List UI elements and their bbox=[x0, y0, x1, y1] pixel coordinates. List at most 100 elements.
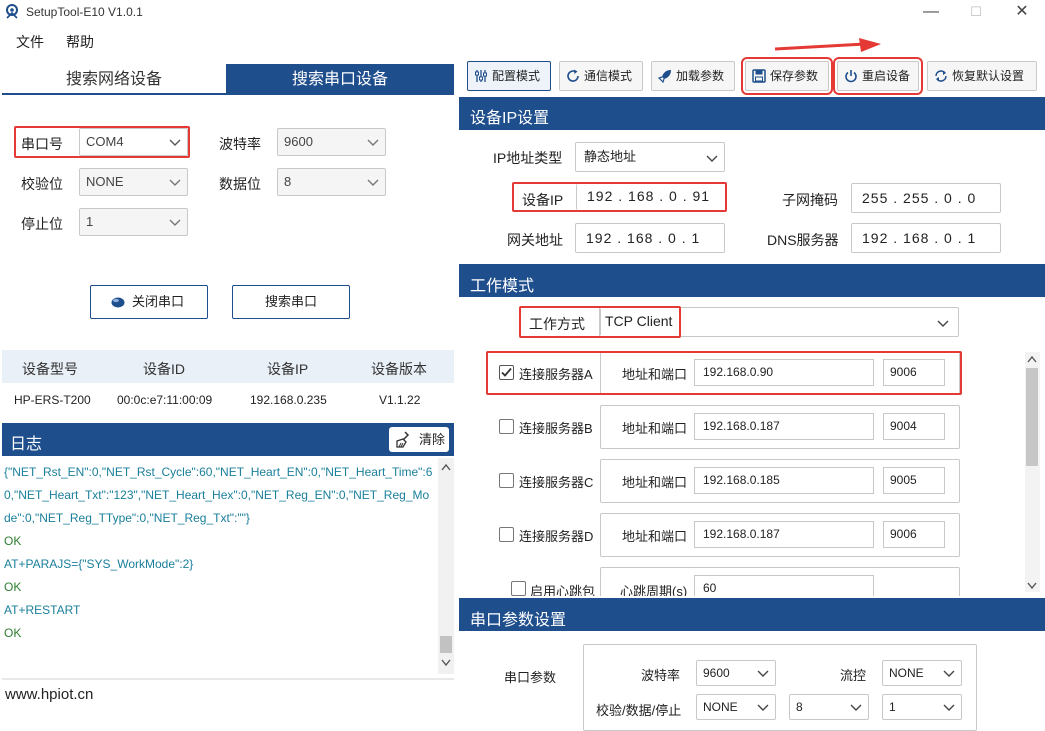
serial-baud-select[interactable]: 9600 bbox=[696, 660, 776, 686]
window-title: SetupTool-E10 V1.0.1 bbox=[26, 5, 143, 19]
table-row[interactable]: HP-ERS-T200 00:0c:e7:11:00:09 192.168.0.… bbox=[2, 384, 454, 418]
device-ip-input[interactable]: 192 . 168 . 0 . 91 bbox=[576, 184, 725, 210]
server-d-checkbox[interactable] bbox=[499, 527, 514, 542]
server-d-address-input[interactable]: 192.168.0.187 bbox=[694, 521, 874, 548]
port-status-icon bbox=[111, 297, 125, 308]
subnet-input[interactable]: 255 . 255 . 0 . 0 bbox=[851, 183, 1001, 213]
gateway-input[interactable]: 192 . 168 . 0 . 1 bbox=[575, 223, 725, 253]
work-section-title: 工作模式 bbox=[470, 278, 535, 295]
heartbeat-label: 启用心跳包 bbox=[530, 584, 596, 596]
config-mode-label: 配置模式 bbox=[492, 69, 541, 83]
port-select[interactable]: COM4 bbox=[79, 128, 188, 156]
work-mode-value: TCP Client bbox=[605, 313, 673, 329]
annotation-arrow-icon bbox=[774, 38, 881, 52]
cell-ip: 192.168.0.235 bbox=[250, 393, 327, 407]
minimize-button[interactable]: — bbox=[908, 0, 954, 26]
log-line: OK bbox=[4, 534, 22, 548]
work-section-header bbox=[459, 264, 1045, 297]
col-device-ip: 设备IP bbox=[267, 361, 309, 377]
subnet-label: 子网掩码 bbox=[782, 192, 838, 208]
databits-value: 8 bbox=[284, 174, 292, 189]
parity-value: NONE bbox=[86, 174, 124, 189]
server-b-checkbox[interactable] bbox=[499, 419, 514, 434]
heartbeat-period-input[interactable]: 60 bbox=[694, 575, 874, 596]
serial-stopbits-select[interactable]: 1 bbox=[882, 694, 962, 720]
server-c-row: 连接服务器C 地址和端口 192.168.0.185 9005 bbox=[487, 459, 961, 503]
server-b-port-input[interactable]: 9004 bbox=[883, 413, 945, 440]
server-d-port-input[interactable]: 9006 bbox=[883, 521, 945, 548]
chevron-down-icon bbox=[757, 704, 769, 711]
ip-type-select[interactable]: 静态地址 bbox=[575, 142, 725, 172]
close-button[interactable]: ✕ bbox=[999, 0, 1045, 26]
maximize-button[interactable]: ☐ bbox=[953, 0, 999, 26]
scroll-up-icon[interactable] bbox=[441, 463, 451, 471]
cell-model: HP-ERS-T200 bbox=[14, 393, 91, 407]
port-value: COM4 bbox=[86, 134, 124, 149]
baud-value: 9600 bbox=[284, 134, 313, 149]
stopbits-select[interactable]: 1 bbox=[79, 208, 188, 236]
server-c-address-input[interactable]: 192.168.0.185 bbox=[694, 467, 874, 494]
search-port-button[interactable]: 搜索串口 bbox=[232, 285, 350, 319]
server-d-label: 连接服务器D bbox=[519, 529, 594, 544]
save-params-label: 保存参数 bbox=[770, 69, 819, 83]
log-line: OK bbox=[4, 626, 22, 640]
server-d-addr-label: 地址和端口 bbox=[622, 529, 688, 544]
app-logo-icon bbox=[6, 4, 18, 19]
server-c-checkbox[interactable] bbox=[499, 473, 514, 488]
server-b-address-input[interactable]: 192.168.0.187 bbox=[694, 413, 874, 440]
server-b-addr-label: 地址和端口 bbox=[622, 421, 688, 436]
chevron-down-icon bbox=[706, 155, 718, 162]
databits-label: 数据位 bbox=[219, 176, 261, 192]
menu-file[interactable]: 文件 bbox=[16, 32, 44, 52]
device-ip-label: 设备IP bbox=[522, 192, 564, 208]
load-params-button[interactable]: 加载参数 bbox=[651, 61, 735, 91]
heartbeat-row: 启用心跳包 心跳周期(s) 60 bbox=[487, 567, 961, 596]
comm-mode-label: 通信模式 bbox=[584, 69, 633, 83]
scroll-up-icon[interactable] bbox=[1027, 355, 1037, 363]
log-line: OK bbox=[4, 580, 22, 594]
serial-parity-value: NONE bbox=[703, 700, 738, 714]
flow-value: NONE bbox=[889, 666, 924, 680]
comm-mode-button[interactable]: 通信模式 bbox=[559, 61, 643, 91]
baud-select[interactable]: 9600 bbox=[277, 128, 386, 156]
pds-label: 校验/数据/停止 bbox=[596, 703, 682, 718]
clear-log-button[interactable]: 清除 bbox=[389, 427, 449, 452]
config-mode-button[interactable]: 配置模式 bbox=[467, 61, 551, 91]
ip-section-title: 设备IP设置 bbox=[470, 110, 550, 127]
server-c-port-input[interactable]: 9005 bbox=[883, 467, 945, 494]
close-port-button[interactable]: 关闭串口 bbox=[90, 285, 208, 319]
tab-search-network[interactable]: 搜索网络设备 bbox=[2, 64, 226, 95]
serial-databits-select[interactable]: 8 bbox=[789, 694, 869, 720]
scroll-down-icon[interactable] bbox=[441, 659, 451, 667]
tab-search-serial[interactable]: 搜索串口设备 bbox=[226, 64, 454, 95]
serial-parity-select[interactable]: NONE bbox=[696, 694, 776, 720]
server-c-label: 连接服务器C bbox=[519, 475, 594, 490]
chevron-down-icon bbox=[850, 704, 862, 711]
restore-default-button[interactable]: 恢复默认设置 bbox=[927, 61, 1037, 91]
chevron-down-icon bbox=[943, 704, 955, 711]
col-device-id: 设备ID bbox=[143, 361, 185, 377]
footer-url: www.hpiot.cn bbox=[5, 686, 94, 703]
server-d-row: 连接服务器D 地址和端口 192.168.0.187 9006 bbox=[487, 513, 961, 557]
dns-input[interactable]: 192 . 168 . 0 . 1 bbox=[851, 223, 1001, 253]
scroll-down-icon[interactable] bbox=[1027, 582, 1037, 590]
work-scroll-thumb[interactable] bbox=[1026, 368, 1038, 466]
server-b-label: 连接服务器B bbox=[519, 421, 593, 436]
save-params-button[interactable]: 保存参数 bbox=[741, 57, 833, 95]
flow-select[interactable]: NONE bbox=[882, 660, 962, 686]
chevron-down-icon bbox=[943, 670, 955, 677]
restart-device-button[interactable]: 重启设备 bbox=[833, 57, 923, 95]
menu-help[interactable]: 帮助 bbox=[66, 32, 94, 52]
parity-select[interactable]: NONE bbox=[79, 168, 188, 196]
clear-log-label: 清除 bbox=[419, 432, 446, 447]
broom-icon bbox=[396, 431, 410, 448]
heartbeat-period-label: 心跳周期(s) bbox=[620, 584, 688, 596]
gateway-label: 网关地址 bbox=[507, 232, 563, 248]
cell-id: 00:0c:e7:11:00:09 bbox=[117, 393, 213, 407]
heartbeat-checkbox[interactable] bbox=[511, 581, 526, 596]
port-label: 串口号 bbox=[21, 136, 63, 152]
log-scroll-thumb[interactable] bbox=[440, 636, 452, 653]
log-title: 日志 bbox=[10, 436, 43, 453]
databits-select[interactable]: 8 bbox=[277, 168, 386, 196]
serial-section-title: 串口参数设置 bbox=[470, 612, 567, 629]
